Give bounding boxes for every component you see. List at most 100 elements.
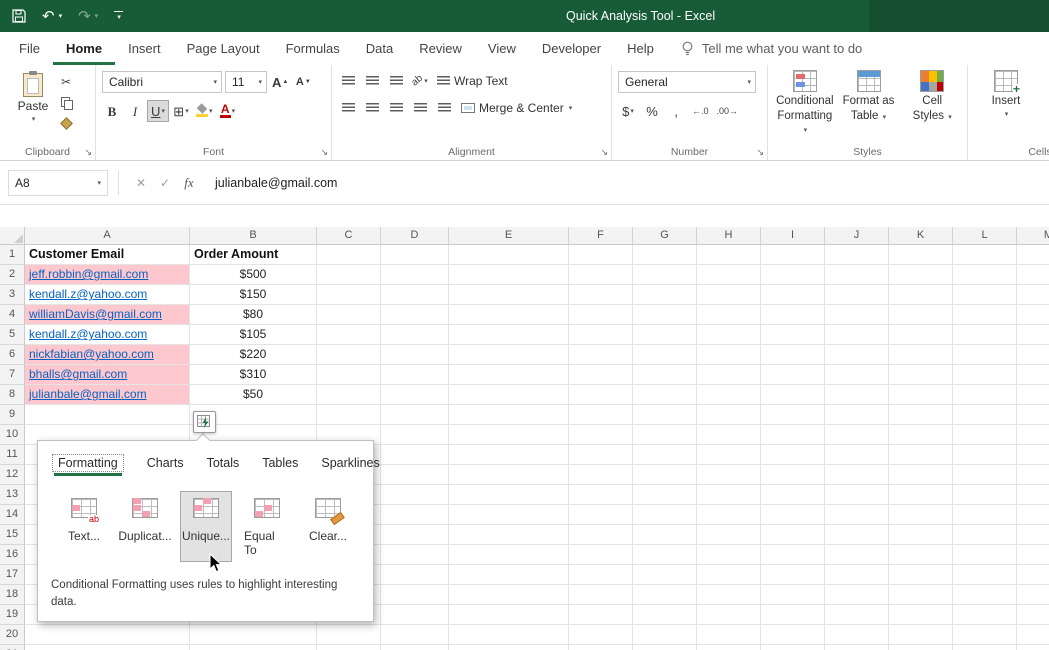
cell-J10[interactable]	[825, 425, 889, 445]
cell-I1[interactable]	[761, 245, 825, 265]
customize-quick-access-button[interactable]: ▾	[114, 11, 123, 22]
insert-cells-button[interactable]: + Insert ▾	[974, 70, 1038, 142]
save-button[interactable]	[12, 9, 26, 23]
paste-button[interactable]: Paste ▾	[12, 71, 54, 123]
column-header-E[interactable]: E	[449, 227, 569, 245]
cell-D17[interactable]	[381, 565, 449, 585]
cell-E9[interactable]	[449, 405, 569, 425]
decrease-font-size-button[interactable]: A▼	[293, 72, 313, 92]
cell-G6[interactable]	[633, 345, 697, 365]
cell-J8[interactable]	[825, 385, 889, 405]
cell-G8[interactable]	[633, 385, 697, 405]
cell-C8[interactable]	[317, 385, 381, 405]
cell-L12[interactable]	[953, 465, 1017, 485]
cell-G7[interactable]	[633, 365, 697, 385]
cell-H6[interactable]	[697, 345, 761, 365]
tab-home[interactable]: Home	[53, 32, 115, 65]
row-header-7[interactable]: 7	[0, 365, 25, 385]
cell-D18[interactable]	[381, 585, 449, 605]
cell-I12[interactable]	[761, 465, 825, 485]
cell-J17[interactable]	[825, 565, 889, 585]
qa-option-clear[interactable]: Clear...	[302, 491, 354, 562]
select-all-corner[interactable]	[0, 227, 25, 245]
tab-file[interactable]: File	[6, 32, 53, 65]
cell-H9[interactable]	[697, 405, 761, 425]
cell-M9[interactable]	[1017, 405, 1049, 425]
cell-C21[interactable]	[317, 645, 381, 650]
chevron-down-icon[interactable]: ▾	[97, 179, 101, 187]
qa-option-unique[interactable]: Unique...	[180, 491, 232, 562]
cell-C7[interactable]	[317, 365, 381, 385]
cell-J1[interactable]	[825, 245, 889, 265]
cell-I18[interactable]	[761, 585, 825, 605]
increase-decimal-button[interactable]: ←.0	[690, 101, 711, 121]
cell-F19[interactable]	[569, 605, 633, 625]
cell-L7[interactable]	[953, 365, 1017, 385]
cell-D12[interactable]	[381, 465, 449, 485]
cell-A1[interactable]: Customer Email	[25, 245, 190, 265]
cell-C5[interactable]	[317, 325, 381, 345]
cell-L5[interactable]	[953, 325, 1017, 345]
cell-I2[interactable]	[761, 265, 825, 285]
conditional-formatting-button[interactable]: Conditional Formatting ▾	[774, 70, 836, 142]
cell-G5[interactable]	[633, 325, 697, 345]
cell-D2[interactable]	[381, 265, 449, 285]
cell-G10[interactable]	[633, 425, 697, 445]
cell-G12[interactable]	[633, 465, 697, 485]
cell-I16[interactable]	[761, 545, 825, 565]
cell-I9[interactable]	[761, 405, 825, 425]
row-header-5[interactable]: 5	[0, 325, 25, 345]
accounting-format-button[interactable]: $▾	[618, 101, 638, 121]
format-painter-button[interactable]	[56, 115, 76, 132]
cell-I4[interactable]	[761, 305, 825, 325]
font-color-button[interactable]: A▾	[218, 101, 238, 121]
cell-F14[interactable]	[569, 505, 633, 525]
cell-K5[interactable]	[889, 325, 953, 345]
row-header-15[interactable]: 15	[0, 525, 25, 545]
cell-H5[interactable]	[697, 325, 761, 345]
cell-G20[interactable]	[633, 625, 697, 645]
cell-J21[interactable]	[825, 645, 889, 650]
cell-A2[interactable]: jeff.robbin@gmail.com	[25, 265, 190, 285]
formula-input[interactable]: julianbale@gmail.com	[215, 176, 1049, 190]
cell-D6[interactable]	[381, 345, 449, 365]
cell-H11[interactable]	[697, 445, 761, 465]
cell-M2[interactable]	[1017, 265, 1049, 285]
cell-G15[interactable]	[633, 525, 697, 545]
cell-D16[interactable]	[381, 545, 449, 565]
tab-view[interactable]: View	[475, 32, 529, 65]
cell-G19[interactable]	[633, 605, 697, 625]
cell-M1[interactable]	[1017, 245, 1049, 265]
cell-E5[interactable]	[449, 325, 569, 345]
cell-M20[interactable]	[1017, 625, 1049, 645]
font-dialog-launcher[interactable]: ↘	[320, 148, 328, 157]
cell-G11[interactable]	[633, 445, 697, 465]
cell-G21[interactable]	[633, 645, 697, 650]
cell-M17[interactable]	[1017, 565, 1049, 585]
cell-L1[interactable]	[953, 245, 1017, 265]
cell-E19[interactable]	[449, 605, 569, 625]
cell-B21[interactable]	[190, 645, 317, 650]
row-header-3[interactable]: 3	[0, 285, 25, 305]
cell-E21[interactable]	[449, 645, 569, 650]
column-header-B[interactable]: B	[190, 227, 317, 245]
tab-insert[interactable]: Insert	[115, 32, 174, 65]
cell-H7[interactable]	[697, 365, 761, 385]
cell-D20[interactable]	[381, 625, 449, 645]
italic-button[interactable]: I	[125, 101, 145, 121]
cell-A21[interactable]	[25, 645, 190, 650]
comma-style-button[interactable]: ,	[666, 101, 686, 121]
cell-C1[interactable]	[317, 245, 381, 265]
cell-L18[interactable]	[953, 585, 1017, 605]
cell-C20[interactable]	[317, 625, 381, 645]
name-box[interactable]: A8 ▾	[8, 170, 108, 196]
cell-I21[interactable]	[761, 645, 825, 650]
qa-tab-totals[interactable]: Totals	[207, 454, 240, 472]
cell-J11[interactable]	[825, 445, 889, 465]
increase-indent-button[interactable]	[434, 98, 454, 118]
cell-B3[interactable]: $150	[190, 285, 317, 305]
cell-J2[interactable]	[825, 265, 889, 285]
quick-analysis-button[interactable]	[193, 411, 216, 433]
cell-D21[interactable]	[381, 645, 449, 650]
cell-H12[interactable]	[697, 465, 761, 485]
